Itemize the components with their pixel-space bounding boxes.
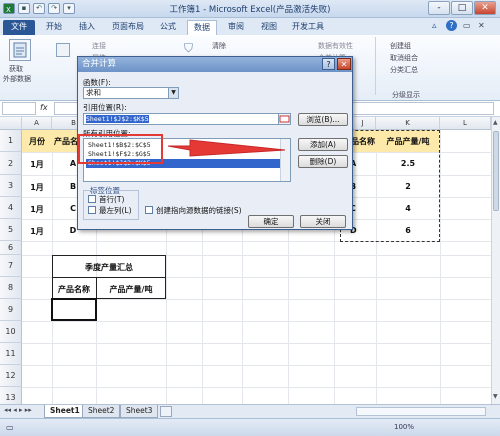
annotation-arrow-icon: [167, 139, 286, 157]
annotation-highlight-box: [78, 134, 163, 164]
annotation-overlay: [78, 134, 286, 164]
